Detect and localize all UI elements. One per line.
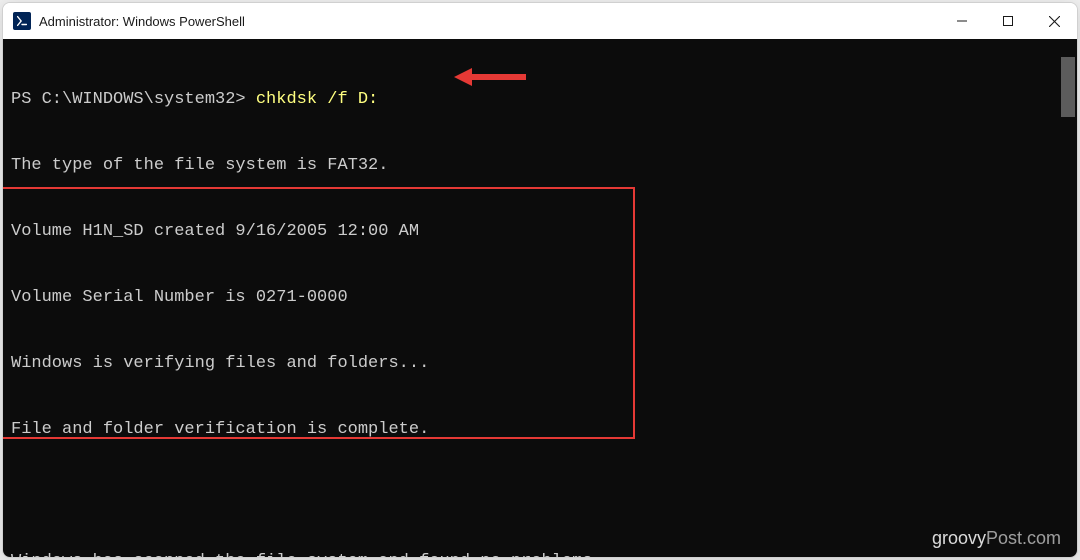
- output-line: File and folder verification is complete…: [11, 419, 1069, 441]
- minimize-icon: [957, 16, 967, 26]
- window-title: Administrator: Windows PowerShell: [39, 14, 245, 29]
- watermark-rest: Post.com: [986, 528, 1061, 548]
- watermark-bold: groovy: [932, 528, 986, 548]
- output-line: [11, 485, 1069, 507]
- maximize-icon: [1003, 16, 1013, 26]
- titlebar-left: Administrator: Windows PowerShell: [13, 12, 245, 30]
- maximize-button[interactable]: [985, 3, 1031, 39]
- titlebar[interactable]: Administrator: Windows PowerShell: [3, 3, 1077, 39]
- window-controls: [939, 3, 1077, 39]
- minimize-button[interactable]: [939, 3, 985, 39]
- terminal-pane[interactable]: PS C:\WINDOWS\system32> chkdsk /f D: The…: [3, 39, 1077, 557]
- close-button[interactable]: [1031, 3, 1077, 39]
- watermark: groovyPost.com: [932, 527, 1061, 549]
- powershell-icon: [13, 12, 31, 30]
- command-text: chkdsk /f D:: [256, 90, 378, 109]
- output-line: Windows is verifying files and folders..…: [11, 353, 1069, 375]
- powershell-window: Administrator: Windows PowerShell PS C:\…: [2, 2, 1078, 558]
- scrollbar-thumb[interactable]: [1061, 57, 1075, 117]
- output-line: The type of the file system is FAT32.: [11, 155, 1069, 177]
- output-line: Windows has scanned the file system and …: [11, 551, 1069, 557]
- output-line: Volume H1N_SD created 9/16/2005 12:00 AM: [11, 221, 1069, 243]
- output-line: Volume Serial Number is 0271-0000: [11, 287, 1069, 309]
- close-icon: [1049, 16, 1060, 27]
- prompt-line: PS C:\WINDOWS\system32> chkdsk /f D:: [11, 89, 1069, 111]
- prompt-text: PS C:\WINDOWS\system32>: [11, 90, 256, 109]
